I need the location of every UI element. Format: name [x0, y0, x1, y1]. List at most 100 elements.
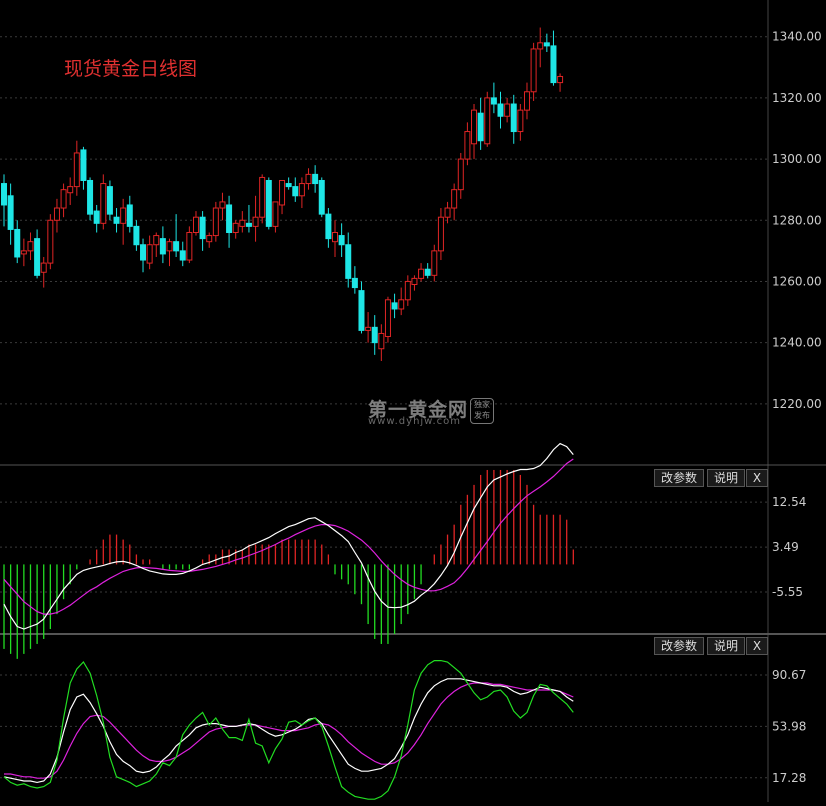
- candle-body: [312, 173, 319, 185]
- candle-body: [206, 235, 213, 243]
- candle-body: [245, 222, 252, 227]
- candle-body: [517, 109, 524, 133]
- candle-body: [418, 268, 425, 279]
- candle-body: [60, 189, 67, 209]
- price-tick-label: 1340.00: [772, 30, 822, 44]
- candle-body: [179, 250, 186, 261]
- candle-body: [272, 201, 279, 227]
- kdj-tick-label: 53.98: [772, 719, 806, 733]
- watermark-badge: 独家发布: [470, 398, 494, 424]
- candle-body: [557, 75, 564, 84]
- candle-body: [424, 268, 431, 276]
- candle-body: [34, 238, 41, 276]
- macd-help-button[interactable]: 说明: [707, 469, 745, 487]
- candle-body: [371, 326, 378, 344]
- price-tick-label: 1220.00: [772, 397, 822, 411]
- kdj-params-button[interactable]: 改参数: [654, 637, 704, 655]
- macd-tick-label: -5.55: [772, 585, 803, 599]
- candle-body: [27, 241, 34, 252]
- chart-title: 现货黄金日线图: [64, 58, 198, 80]
- candle-body: [384, 299, 391, 338]
- candle-body: [477, 112, 484, 142]
- candle-body: [53, 207, 60, 221]
- candle-body: [318, 179, 325, 215]
- candle-body: [504, 103, 511, 117]
- candle-body: [265, 179, 272, 227]
- candle-body: [87, 179, 94, 215]
- candle-body: [140, 244, 147, 261]
- candle-body: [239, 219, 246, 227]
- candle-body: [100, 183, 107, 224]
- candle-body: [332, 232, 338, 243]
- candle-body: [298, 183, 305, 197]
- candle-body: [378, 332, 385, 350]
- candle-body: [226, 204, 233, 233]
- candle-body: [113, 216, 120, 224]
- kdj-d-line: [4, 682, 574, 779]
- candle-body: [510, 103, 517, 133]
- price-tick-label: 1280.00: [772, 213, 822, 227]
- candle-body: [351, 277, 358, 289]
- candle-body: [285, 183, 292, 188]
- candle-body: [471, 109, 478, 145]
- price-tick-label: 1260.00: [772, 274, 822, 288]
- candle-body: [444, 207, 451, 218]
- candle-body: [398, 299, 405, 310]
- candle-body: [464, 131, 471, 160]
- watermark: 第一黄金网 www.dyhjw.com 独家发布: [368, 395, 498, 435]
- candle-body: [14, 228, 21, 258]
- watermark-url: www.dyhjw.com: [368, 416, 461, 427]
- candle-body: [484, 97, 491, 145]
- candle-body: [80, 149, 87, 181]
- candle-body: [67, 186, 74, 194]
- candle-body: [497, 103, 504, 117]
- candle-body: [20, 250, 27, 255]
- candle-body: [550, 45, 557, 84]
- kdj-j-line: [3, 659, 574, 800]
- candle-body: [40, 262, 47, 273]
- candle-body: [252, 216, 259, 227]
- candle-body: [93, 210, 100, 224]
- candle-body: [106, 186, 113, 215]
- candle-body: [365, 326, 372, 331]
- candle-body: [523, 91, 530, 111]
- candle-body: [431, 250, 438, 276]
- candle-body: [259, 176, 266, 218]
- candle-body: [537, 42, 544, 50]
- candle-body: [543, 42, 550, 47]
- candle-body: [391, 302, 398, 310]
- candle-body: [212, 207, 219, 237]
- candle-body: [153, 235, 160, 246]
- candle-body: [192, 216, 199, 234]
- candle-body: [451, 189, 458, 209]
- candle-body: [437, 216, 444, 252]
- candle-body: [120, 207, 127, 224]
- candle-body: [186, 232, 193, 261]
- candle-body: [490, 97, 497, 105]
- candle-body: [133, 225, 140, 246]
- macd-tick-label: 12.54: [772, 495, 806, 509]
- candle-body: [232, 222, 239, 234]
- candle-body: [305, 173, 312, 185]
- macd-params-button[interactable]: 改参数: [654, 469, 704, 487]
- candle-body: [404, 280, 411, 301]
- candle-body: [159, 238, 166, 255]
- kdj-tick-label: 90.67: [772, 668, 806, 682]
- candle-body: [345, 244, 352, 279]
- candle-body: [411, 277, 418, 286]
- candle-body: [292, 186, 299, 197]
- candle-body: [173, 241, 180, 252]
- candle-body: [166, 241, 173, 252]
- candle-body: [47, 219, 54, 264]
- candle-body: [530, 48, 537, 93]
- macd-close-button[interactable]: X: [746, 469, 768, 487]
- macd-tick-label: 3.49: [772, 540, 799, 554]
- candle-body: [457, 158, 464, 191]
- price-tick-label: 1240.00: [772, 336, 822, 350]
- candle-body: [219, 201, 226, 209]
- kdj-help-button[interactable]: 说明: [707, 637, 745, 655]
- candle-body: [338, 235, 345, 246]
- candle-body: [199, 216, 206, 240]
- kdj-close-button[interactable]: X: [746, 637, 768, 655]
- candle-body: [325, 213, 332, 240]
